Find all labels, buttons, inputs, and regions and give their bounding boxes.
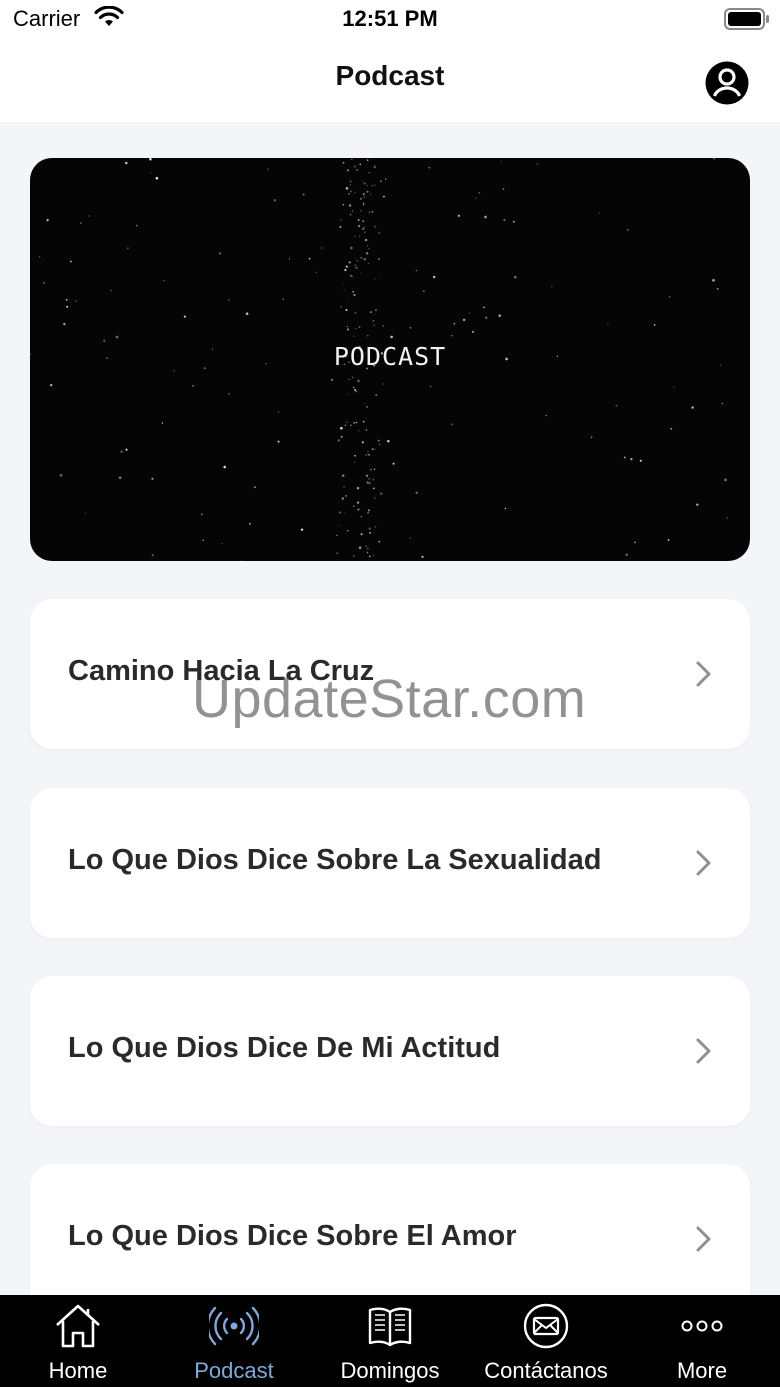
podcast-item-amor[interactable]: Lo Que Dios Dice Sobre El Amor	[30, 1164, 750, 1314]
tab-more[interactable]: More	[624, 1295, 780, 1387]
status-bar: Carrier 12:51 PM	[0, 0, 780, 44]
profile-button[interactable]	[704, 60, 750, 106]
tab-domingos[interactable]: Domingos	[312, 1295, 468, 1387]
podcast-item-sexualidad[interactable]: Lo Que Dios Dice Sobre La Sexualidad	[30, 788, 750, 938]
navigation-bar: Podcast	[0, 44, 780, 122]
podcast-hero-banner[interactable]: PODCAST	[30, 158, 750, 561]
page-title: Podcast	[335, 60, 445, 91]
tab-label: Domingos	[340, 1358, 440, 1383]
more-icon	[624, 1303, 780, 1349]
chevron-right-icon	[694, 660, 714, 693]
home-icon	[0, 1303, 156, 1349]
chevron-right-icon	[694, 849, 714, 882]
book-icon	[312, 1303, 468, 1349]
tab-home[interactable]: Home	[0, 1295, 156, 1387]
tab-podcast[interactable]: Podcast	[156, 1295, 312, 1387]
podcast-item-actitud[interactable]: Lo Que Dios Dice De Mi Actitud	[30, 976, 750, 1126]
battery-icon	[724, 8, 770, 35]
user-icon	[705, 61, 749, 105]
status-time: 12:51 PM	[342, 6, 438, 31]
chevron-right-icon	[694, 1037, 714, 1070]
watermark: UpdateStar.com	[192, 669, 587, 729]
mail-icon	[468, 1303, 624, 1349]
podcast-title: Lo Que Dios Dice Sobre El Amor	[68, 1220, 517, 1252]
broadcast-icon	[156, 1303, 312, 1349]
hero-title: PODCAST	[333, 342, 447, 371]
tab-contactanos[interactable]: Contáctanos	[468, 1295, 624, 1387]
tab-label: More	[676, 1358, 728, 1383]
tab-bar: Home Podcast Domingos Contáctanos More	[0, 1295, 780, 1387]
tab-label: Podcast	[194, 1358, 274, 1383]
tab-label: Home	[48, 1358, 108, 1383]
podcast-title: Lo Que Dios Dice De Mi Actitud	[68, 1032, 501, 1064]
tab-label: Contáctanos	[484, 1358, 608, 1383]
podcast-title: Lo Que Dios Dice Sobre La Sexualidad	[68, 844, 602, 876]
chevron-right-icon	[694, 1225, 714, 1258]
